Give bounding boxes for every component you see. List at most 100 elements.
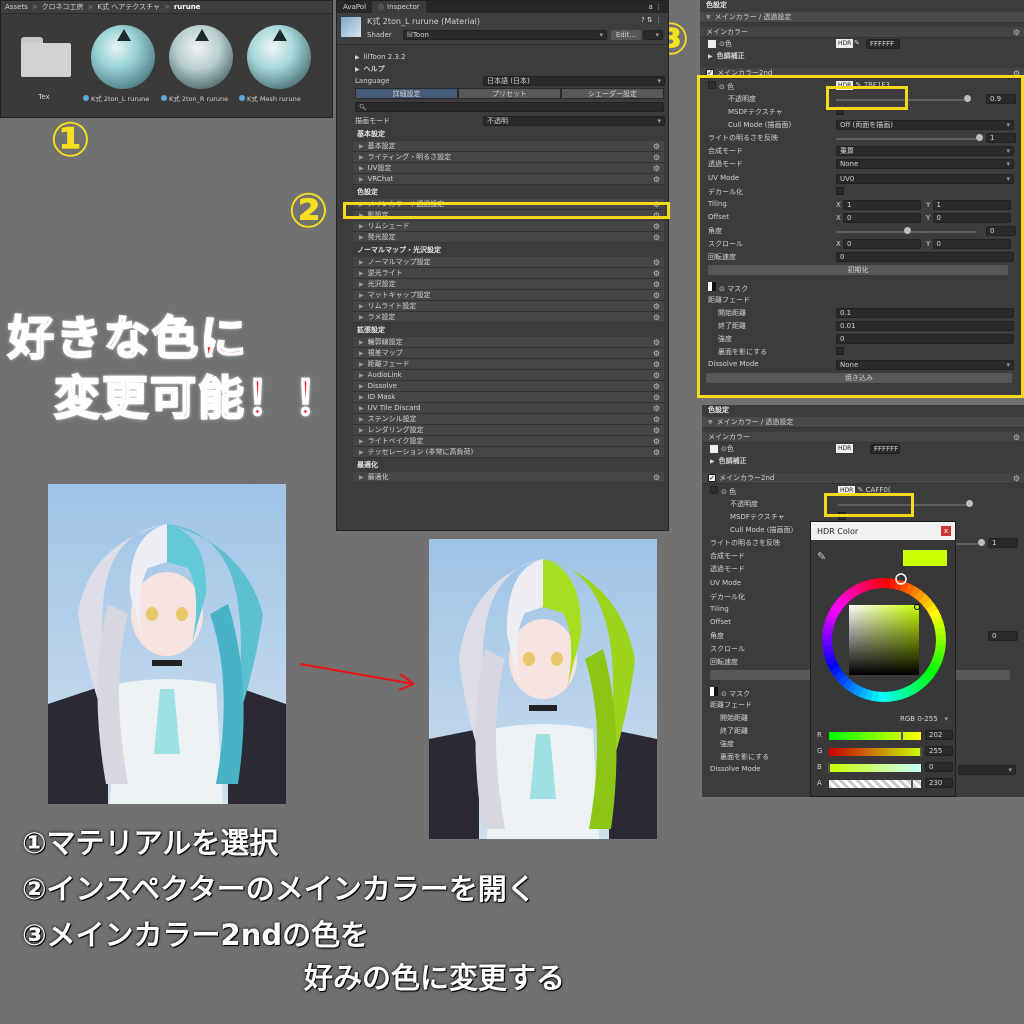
toggle-main2nd-checkbox[interactable]: ✓ xyxy=(708,474,716,482)
help-row[interactable]: ▶ ヘルプ xyxy=(337,63,668,75)
gear-icon[interactable]: ⚙ xyxy=(1013,28,1020,37)
gear-icon[interactable]: ⚙ xyxy=(1013,433,1020,442)
fold-main-color-alpha[interactable]: ▼ メインカラー / 透過設定 xyxy=(700,12,1024,23)
light-field[interactable]: 1 xyxy=(988,538,1018,548)
fold-item[interactable]: ▶ UV設定 ⚙ xyxy=(353,163,664,174)
gear-icon[interactable]: ⚙ xyxy=(653,164,660,173)
gear-icon[interactable]: ⚙ xyxy=(653,338,660,347)
fold-item[interactable]: ▶ リムライト設定 ⚙ xyxy=(353,301,664,312)
main-color-hex-field[interactable]: FFFFFF xyxy=(866,39,900,49)
eyedropper-icon[interactable]: ✎ xyxy=(817,550,826,563)
eyedropper-icon[interactable]: ✎ xyxy=(854,39,860,47)
gear-icon[interactable]: ⚙ xyxy=(653,142,660,151)
fold-item[interactable]: ▶ リムシェード ⚙ xyxy=(353,221,664,232)
tab-advanced[interactable]: 詳細設定 xyxy=(355,88,458,99)
fold-item[interactable]: ▶ テッセレーション (非常に高負荷) ⚙ xyxy=(353,447,664,458)
fold-item[interactable]: ▶ ライティング・明るさ設定 ⚙ xyxy=(353,152,664,163)
texture-slot-icon[interactable] xyxy=(710,445,718,453)
asset-folder-tex[interactable]: Tex xyxy=(13,27,75,107)
tab-shader-settings[interactable]: シェーダー設定 xyxy=(561,88,664,99)
tab-inspector[interactable]: ⓘ Inspector xyxy=(372,1,426,13)
gear-icon[interactable]: ⚙ xyxy=(653,153,660,162)
fold-main-color[interactable]: メインカラー ⚙ xyxy=(700,27,1024,38)
gear-icon[interactable]: ⚙ xyxy=(653,404,660,413)
gear-icon[interactable]: ⚙ xyxy=(653,258,660,267)
gear-icon[interactable]: ⚙ xyxy=(653,371,660,380)
fold-item[interactable]: ▶ レンダリング設定 ⚙ xyxy=(353,425,664,436)
version-row[interactable]: ▶ lilToon 2.3.2 xyxy=(337,51,668,63)
fold-item[interactable]: ▶ 輪郭線設定 ⚙ xyxy=(353,337,664,348)
gear-icon[interactable]: ⚙ xyxy=(653,360,660,369)
gear-icon[interactable]: ⚙ xyxy=(653,269,660,278)
asset-material-2ton-r[interactable]: K式 2ton_R rurune xyxy=(161,25,239,109)
gear-icon[interactable]: ⚙ xyxy=(653,280,660,289)
gear-icon[interactable]: ⚙ xyxy=(653,426,660,435)
fold-item[interactable]: ▶ ID Mask ⚙ xyxy=(353,392,664,403)
color-wheel[interactable] xyxy=(814,570,954,710)
fold-main-color-2nd[interactable]: ✓ メインカラー2nd ⚙ xyxy=(702,473,1024,484)
search-input[interactable]: 🔍︎ xyxy=(355,102,664,112)
gear-icon[interactable]: ⚙ xyxy=(653,473,660,482)
fold-item[interactable]: ▶ 逆光ライト ⚙ xyxy=(353,268,664,279)
fold-item[interactable]: ▶ 最適化 ⚙ xyxy=(353,472,664,483)
breadcrumb-rurune[interactable]: rurune xyxy=(174,3,201,11)
gear-icon[interactable]: ⚙ xyxy=(653,437,660,446)
gear-icon[interactable]: ⚙ xyxy=(653,175,660,184)
asset-material-mesh[interactable]: K式 Mesh rurune xyxy=(239,25,317,109)
fold-item[interactable]: ▶ UV Tile Discard ⚙ xyxy=(353,403,664,414)
render-mode-dropdown[interactable]: 不透明 xyxy=(483,116,665,126)
gear-icon[interactable]: ⚙ xyxy=(653,393,660,402)
fold-item[interactable]: ▶ Dissolve ⚙ xyxy=(353,381,664,392)
shader-dropdown[interactable]: lilToon xyxy=(403,30,607,40)
breadcrumb-hair[interactable]: K式 ヘアテクスチャ xyxy=(97,2,160,12)
fold-item[interactable]: ▶ 視差マップ ⚙ xyxy=(353,348,664,359)
color-adjust-row[interactable]: ▶ 色調補正 xyxy=(702,455,1024,467)
breadcrumb-kuroneko[interactable]: クロネコ工房 xyxy=(42,2,84,12)
fold-item[interactable]: ▶ 光沢設定 ⚙ xyxy=(353,279,664,290)
slider-b[interactable]: B0 xyxy=(815,762,955,774)
color-adjust-row[interactable]: ▶ 色調補正 xyxy=(700,50,1024,62)
gear-icon[interactable]: ⚙ xyxy=(653,415,660,424)
gear-icon[interactable]: ⚙ xyxy=(653,302,660,311)
fold-item[interactable]: ▶ 発光設定 ⚙ xyxy=(353,232,664,243)
slider-g[interactable]: G 255 xyxy=(815,746,955,758)
language-dropdown[interactable]: 日本語 (日本) xyxy=(483,76,665,86)
lock-icon[interactable]: a ⋮ xyxy=(648,3,662,11)
help-icon[interactable]: ? ⇅ ⋮ xyxy=(641,16,662,24)
fold-item[interactable]: ▶ ライトベイク設定 ⚙ xyxy=(353,436,664,447)
color-mode-dropdown[interactable]: RGB 0-255 xyxy=(897,714,951,724)
fold-item[interactable]: ▶ VRChat ⚙ xyxy=(353,174,664,185)
asset-material-2ton-l[interactable]: K式 2ton_L rurune xyxy=(83,25,161,109)
texture-slot-icon[interactable] xyxy=(708,40,716,48)
edit-button[interactable]: Edit... xyxy=(611,30,641,40)
gear-icon[interactable]: ⚙ xyxy=(653,233,660,242)
material-preview-icon xyxy=(341,17,361,37)
angle-field[interactable]: 0 xyxy=(988,631,1018,641)
fold-item[interactable]: ▶ マットキャップ設定 ⚙ xyxy=(353,290,664,301)
slider-r[interactable]: R 202 xyxy=(815,730,955,742)
fold-item[interactable]: ▶ 基本設定 ⚙ xyxy=(353,141,664,152)
gear-icon[interactable]: ⚙ xyxy=(653,222,660,231)
fold-item[interactable]: ▶ ステンシル設定 ⚙ xyxy=(353,414,664,425)
gear-icon[interactable]: ⚙ xyxy=(653,349,660,358)
fold-item[interactable]: ▶ ノーマルマップ設定 ⚙ xyxy=(353,257,664,268)
main-color-hex-field[interactable]: FFFFFF xyxy=(870,444,900,454)
slider-a[interactable]: A 230 xyxy=(815,778,955,790)
close-button[interactable]: x xyxy=(941,526,951,536)
fold-main-color[interactable]: メインカラー ⚙ xyxy=(702,432,1024,443)
fold-item[interactable]: ▶ 距離フェード ⚙ xyxy=(353,359,664,370)
tab-avapol[interactable]: AvaPol xyxy=(337,3,372,11)
gear-icon[interactable]: ⚙ xyxy=(653,448,660,457)
gear-icon[interactable]: ⚙ xyxy=(653,382,660,391)
tab-preset[interactable]: プリセット xyxy=(458,88,561,99)
gear-icon[interactable]: ⚙ xyxy=(1013,474,1020,483)
breadcrumb-assets[interactable]: Assets xyxy=(5,3,28,11)
gear-icon[interactable]: ⚙ xyxy=(653,291,660,300)
dissolve-dropdown[interactable] xyxy=(958,765,1016,775)
fold-main-color-alpha[interactable]: ▼ メインカラー / 透過設定 xyxy=(702,417,1024,428)
msdf-label: MSDFテクスチャ xyxy=(730,513,785,521)
fold-item[interactable]: ▶ AudioLink ⚙ xyxy=(353,370,664,381)
fold-item[interactable]: ▶ ラメ設定 ⚙ xyxy=(353,312,664,323)
gear-icon[interactable]: ⚙ xyxy=(653,313,660,322)
shader-menu-button[interactable] xyxy=(643,30,663,40)
